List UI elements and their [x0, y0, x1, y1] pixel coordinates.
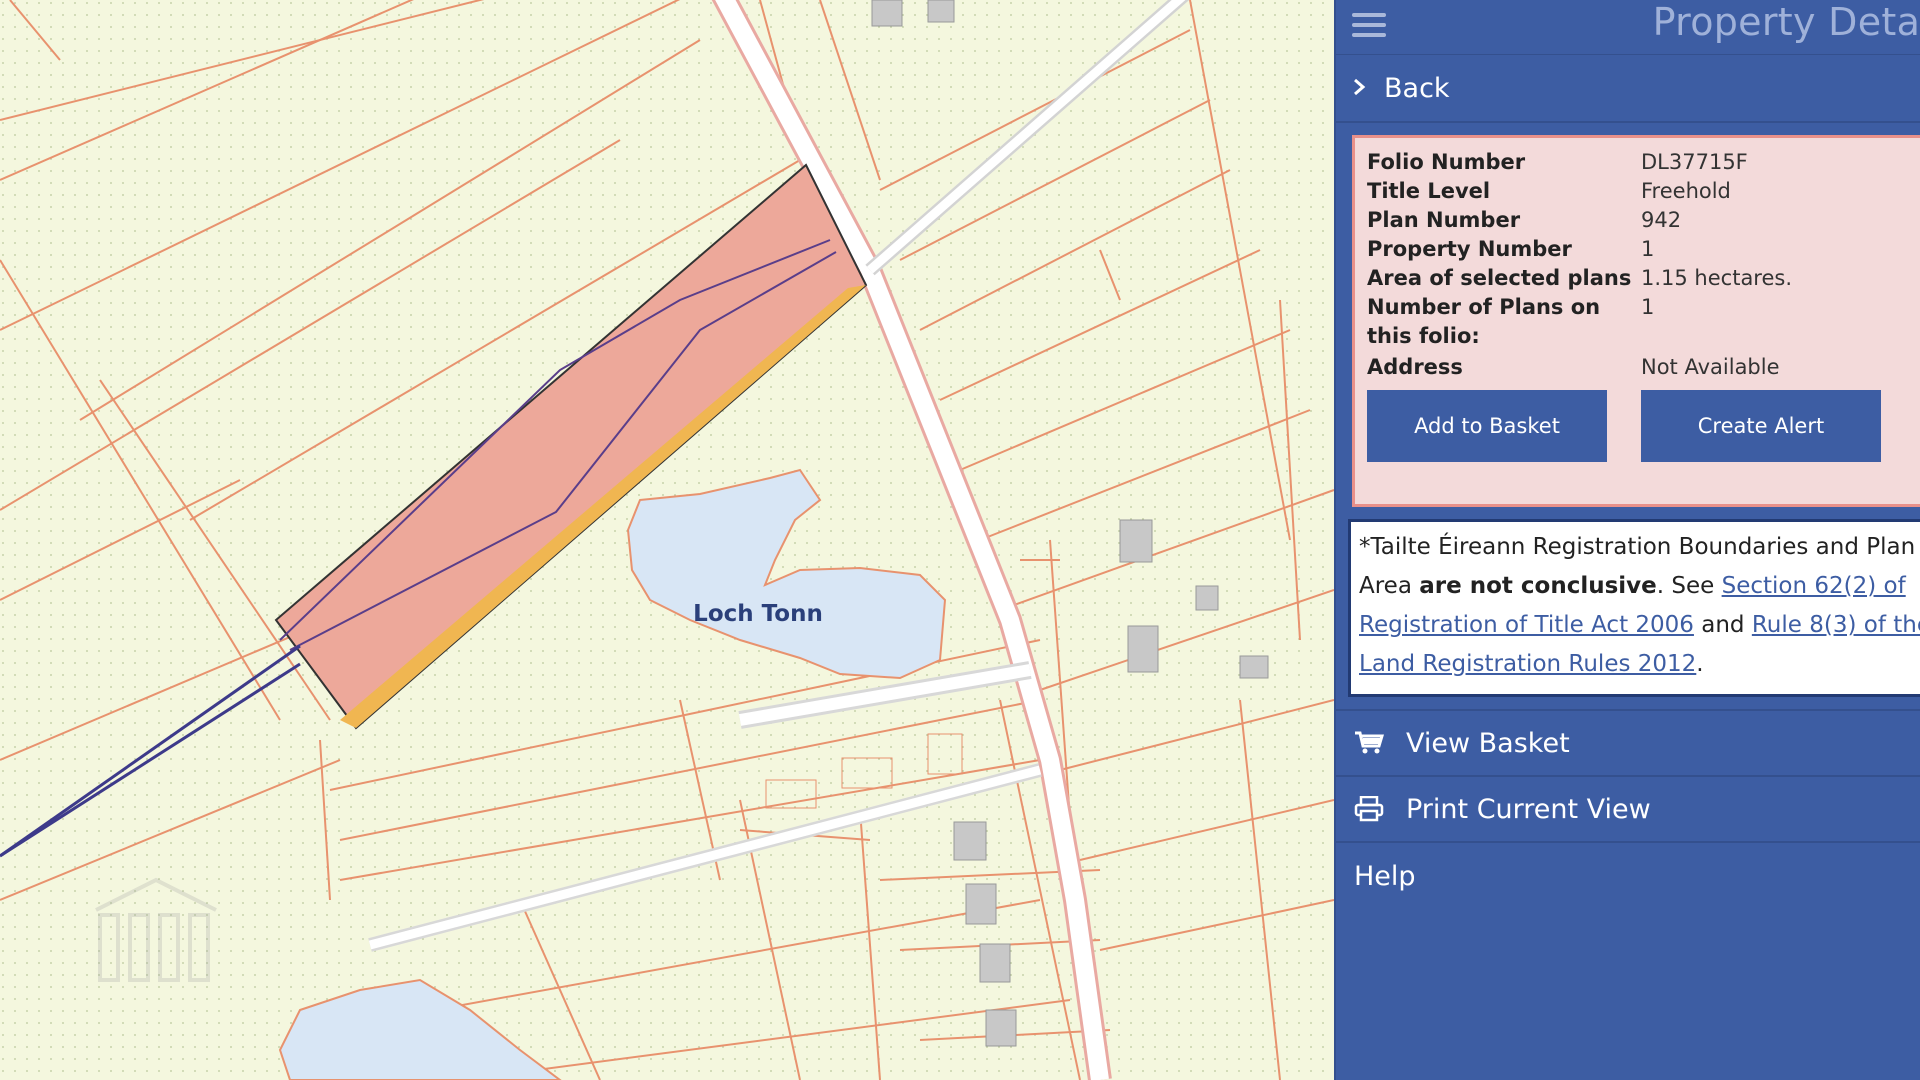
info-label: Address	[1367, 355, 1463, 379]
view-basket-label: View Basket	[1406, 727, 1570, 759]
info-row-folio-number: Folio Number DL37715F	[1367, 148, 1920, 177]
info-value: Not Available	[1641, 355, 1780, 379]
info-value: DL37715F	[1641, 150, 1748, 174]
add-to-basket-button[interactable]: Add to Basket	[1367, 390, 1607, 462]
disclaimer-notice: *Tailte Éireann Registration Boundaries …	[1348, 519, 1920, 697]
action-buttons: Add to Basket Create Alert	[1367, 390, 1920, 462]
printer-icon	[1354, 796, 1390, 822]
info-value: 1.15 hectares.	[1641, 266, 1793, 290]
property-info-box: Folio Number DL37715F Title Level Freeho…	[1352, 135, 1920, 507]
info-row-property-number: Property Number 1	[1367, 235, 1920, 264]
info-row-plan-number: Plan Number 942	[1367, 206, 1920, 235]
property-map[interactable]: Loch Tonn	[0, 0, 1334, 1080]
info-label: Area of selected plans	[1367, 266, 1632, 290]
panel-title: Property Details	[1652, 0, 1920, 44]
info-label: Title Level	[1367, 179, 1491, 203]
chevron-right-icon	[1352, 74, 1366, 102]
notice-bold: are not conclusive	[1419, 573, 1657, 599]
panel-header: Property Details	[1336, 0, 1920, 55]
back-label: Back	[1384, 72, 1450, 104]
info-label: Plan Number	[1367, 208, 1521, 232]
notice-text: .	[1696, 651, 1704, 677]
view-basket-button[interactable]: View Basket	[1336, 709, 1920, 777]
info-row-area: Area of selected plans 1.15 hectares.	[1367, 264, 1920, 293]
info-value: 1	[1641, 295, 1655, 319]
info-row-number-of-plans: Number of Plans on this folio: 1	[1367, 293, 1920, 351]
create-alert-button[interactable]: Create Alert	[1641, 390, 1881, 462]
lake-label: Loch Tonn	[693, 601, 823, 627]
info-label: Folio Number	[1367, 150, 1526, 174]
info-value: Freehold	[1641, 179, 1731, 203]
property-details-panel: Property Details Back Folio Number DL377…	[1334, 0, 1920, 1080]
map-canvas[interactable]: Loch Tonn	[0, 0, 1334, 1080]
notice-text: . See	[1656, 573, 1722, 599]
info-value: 942	[1641, 208, 1682, 232]
hamburger-menu-icon[interactable]	[1352, 8, 1386, 42]
shopping-cart-icon	[1354, 730, 1390, 756]
back-button[interactable]: Back	[1336, 55, 1920, 123]
info-label: Number of Plans on this folio:	[1367, 295, 1601, 348]
notice-text: and	[1693, 612, 1752, 638]
info-row-address: Address Not Available	[1367, 353, 1920, 382]
info-label: Property Number	[1367, 237, 1572, 261]
help-button[interactable]: Help	[1336, 843, 1920, 909]
info-value: 1	[1641, 237, 1655, 261]
info-row-title-level: Title Level Freehold	[1367, 177, 1920, 206]
help-label: Help	[1354, 860, 1416, 892]
print-current-view-button[interactable]: Print Current View	[1336, 777, 1920, 843]
print-current-view-label: Print Current View	[1406, 793, 1651, 825]
